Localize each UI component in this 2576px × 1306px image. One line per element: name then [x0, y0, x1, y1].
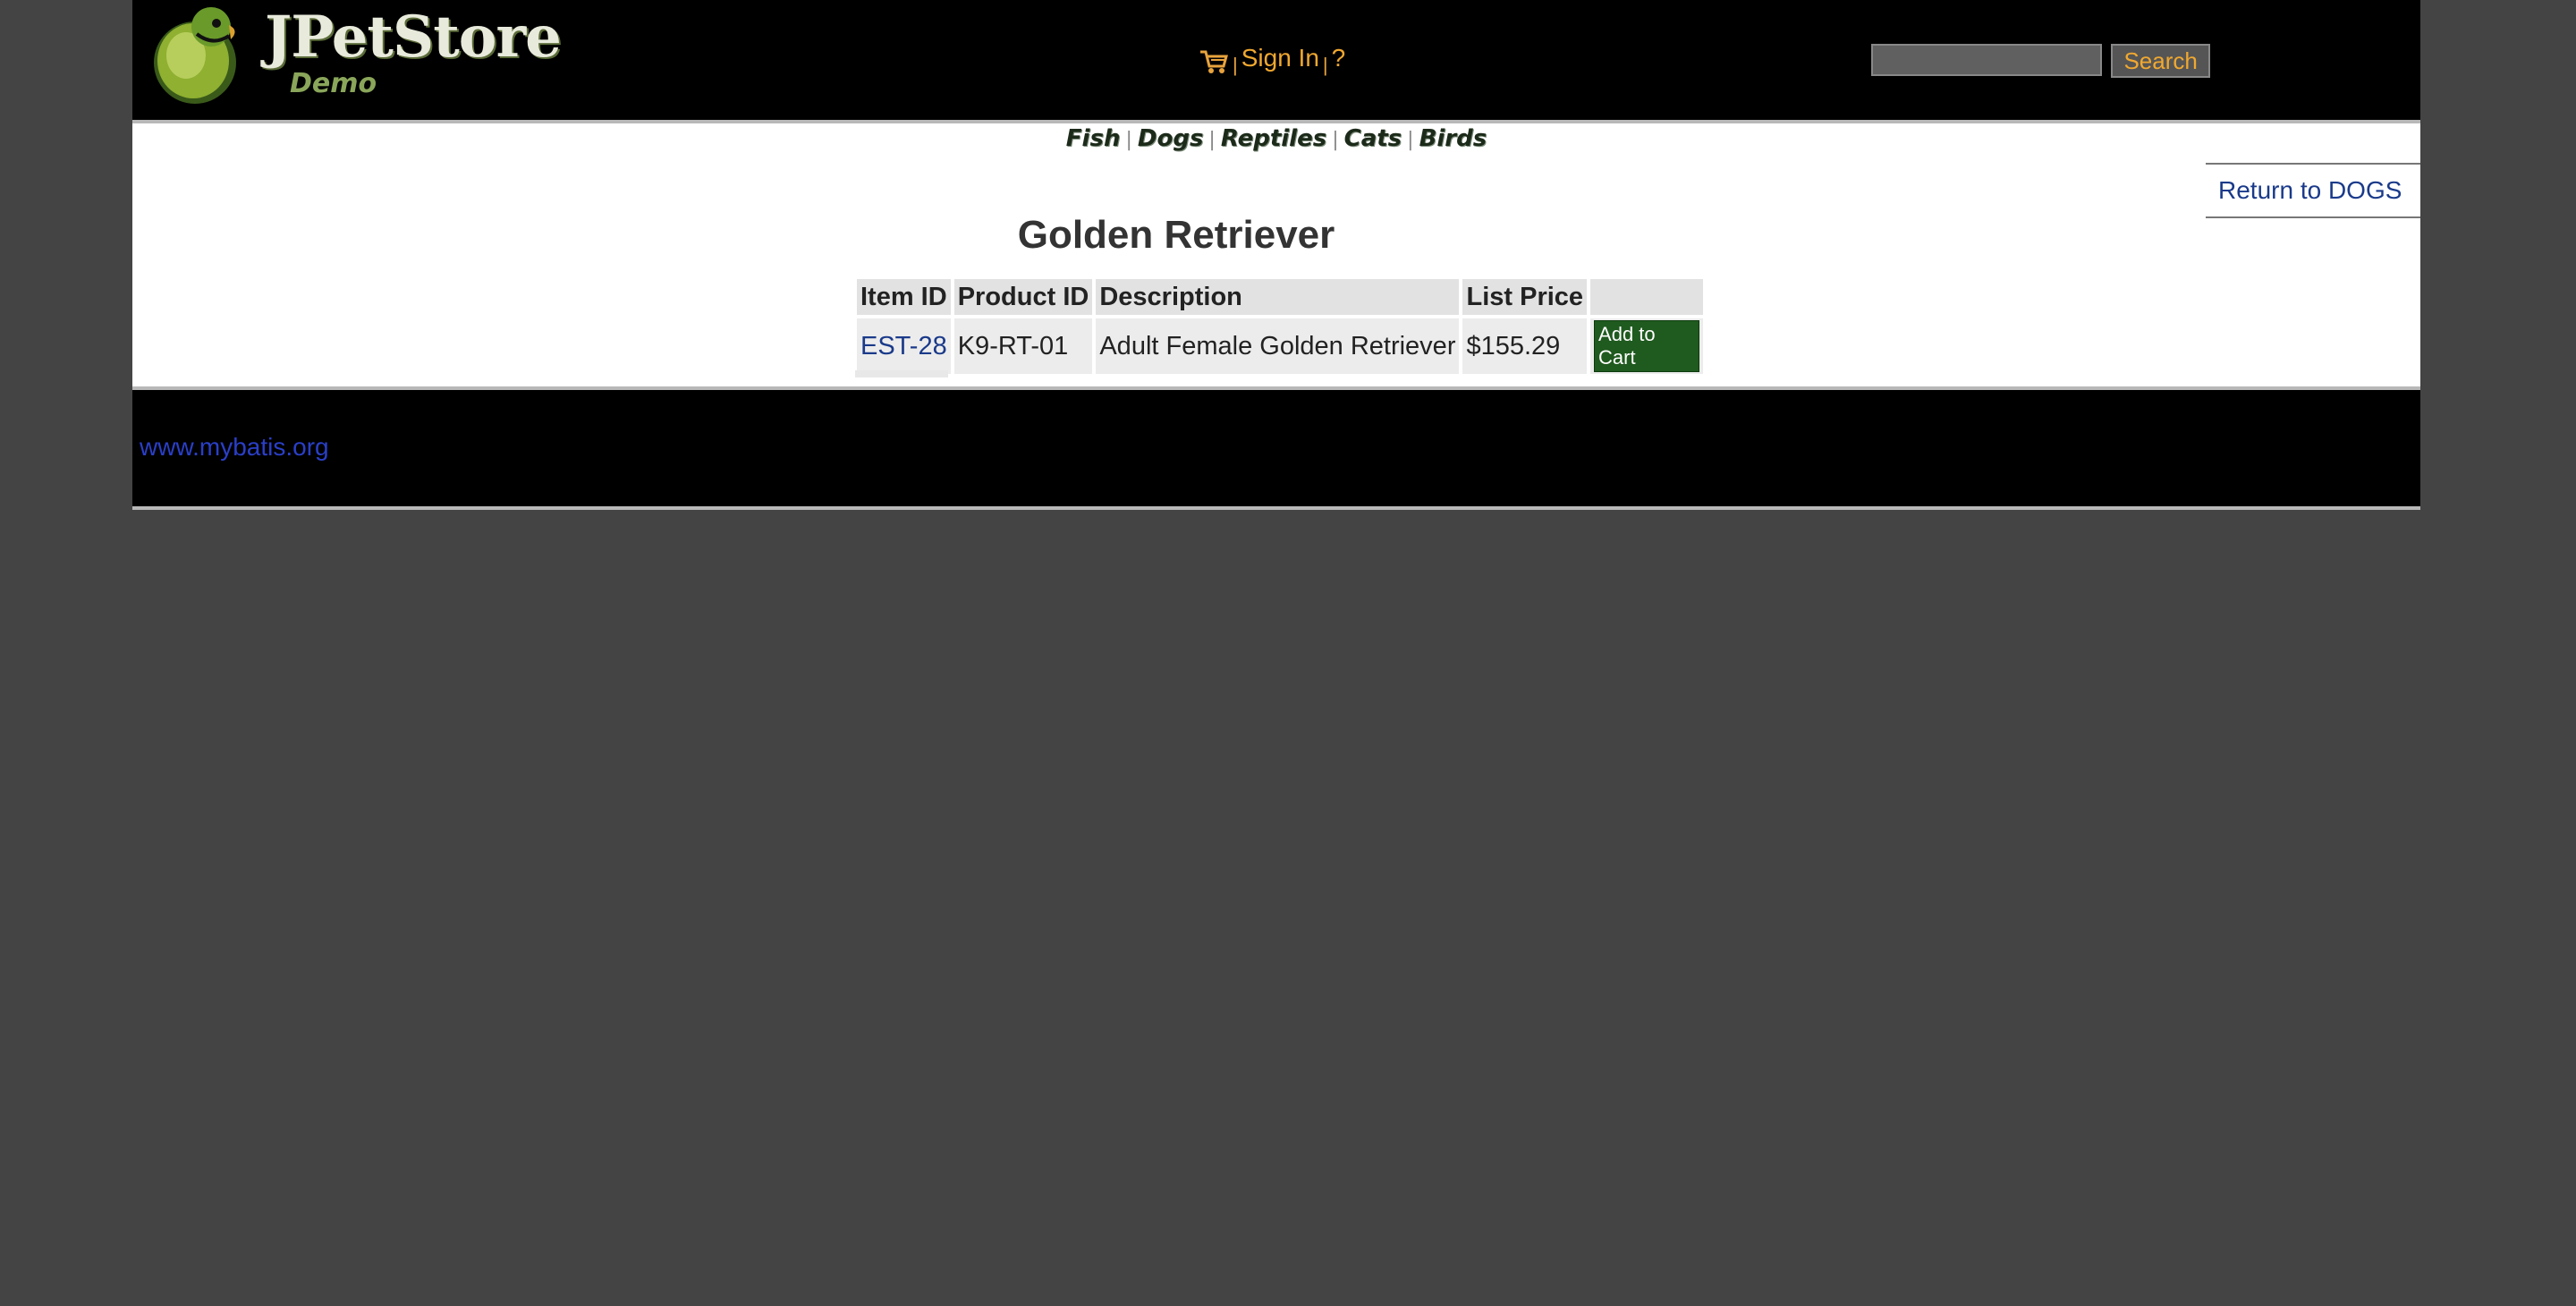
- quicklink-reptiles[interactable]: Reptiles: [1221, 125, 1326, 152]
- table-row: EST-28 K9-RT-01 Adult Female Golden Retr…: [857, 318, 1704, 374]
- quicklink-separator: |: [1208, 129, 1216, 151]
- page: JPetStore Demo | Sign In |? Search Fish | Do…: [132, 0, 2420, 510]
- quicklink-birds[interactable]: Birds: [1419, 125, 1487, 152]
- search-button[interactable]: Search: [2111, 44, 2210, 78]
- product-id-cell: K9-RT-01: [953, 318, 1093, 374]
- column-header-description: Description: [1096, 279, 1460, 315]
- quicklink-fish[interactable]: Fish: [1066, 125, 1121, 152]
- logo-subtitle: Demo: [290, 68, 377, 99]
- column-header-list-price: List Price: [1462, 279, 1588, 315]
- cart-icon[interactable]: [1199, 48, 1229, 81]
- add-to-cart-button[interactable]: Add to Cart: [1594, 320, 1700, 372]
- quicklink-cats[interactable]: Cats: [1344, 125, 1402, 152]
- column-header-product-id: Product ID: [953, 279, 1093, 315]
- quicklink-separator: |: [1407, 129, 1414, 151]
- search-input[interactable]: [1871, 44, 2102, 76]
- search-form: Search: [1871, 44, 2210, 78]
- logo-title: JPetStore: [265, 4, 562, 71]
- item-id-cell: EST-28: [857, 318, 951, 374]
- product-title: Golden Retriever: [1017, 213, 1335, 257]
- category-quicklinks: Fish | Dogs | Reptiles | Cats | Birds: [132, 125, 2420, 152]
- mybatis-link[interactable]: www.mybatis.org: [140, 433, 329, 462]
- item-id-link[interactable]: EST-28: [860, 332, 947, 360]
- column-header-action: [1590, 279, 1704, 315]
- action-cell: Add to Cart: [1590, 318, 1704, 374]
- sign-in-link[interactable]: Sign In: [1241, 44, 1319, 72]
- table-header-row: Item ID Product ID Description List Pric…: [857, 279, 1704, 315]
- return-to-dogs-link[interactable]: Return to DOGS: [2218, 176, 2402, 204]
- quicklink-dogs[interactable]: Dogs: [1138, 125, 1204, 152]
- return-link-box: Return to DOGS: [2206, 163, 2420, 218]
- quicklink-separator: |: [1125, 129, 1132, 151]
- logo[interactable]: JPetStore Demo: [147, 4, 562, 107]
- description-cell: Adult Female Golden Retriever: [1096, 318, 1460, 374]
- footer: www.mybatis.org: [132, 390, 2420, 510]
- header-menu: | Sign In |?: [1199, 43, 1345, 79]
- price-cell: $155.29: [1462, 318, 1588, 374]
- help-link[interactable]: ?: [1332, 44, 1346, 72]
- menu-separator: |: [1322, 53, 1328, 76]
- items-table: Item ID Product ID Description List Pric…: [853, 276, 1707, 377]
- parrot-logo-icon: [154, 7, 236, 104]
- header: JPetStore Demo | Sign In |? Search: [132, 0, 2420, 120]
- quicklink-separator: |: [1332, 129, 1339, 151]
- menu-separator: |: [1233, 53, 1238, 76]
- table-footer-bar: [855, 370, 948, 377]
- content: Fish | Dogs | Reptiles | Cats | Birds Return to …: [132, 120, 2420, 390]
- column-header-item-id: Item ID: [857, 279, 951, 315]
